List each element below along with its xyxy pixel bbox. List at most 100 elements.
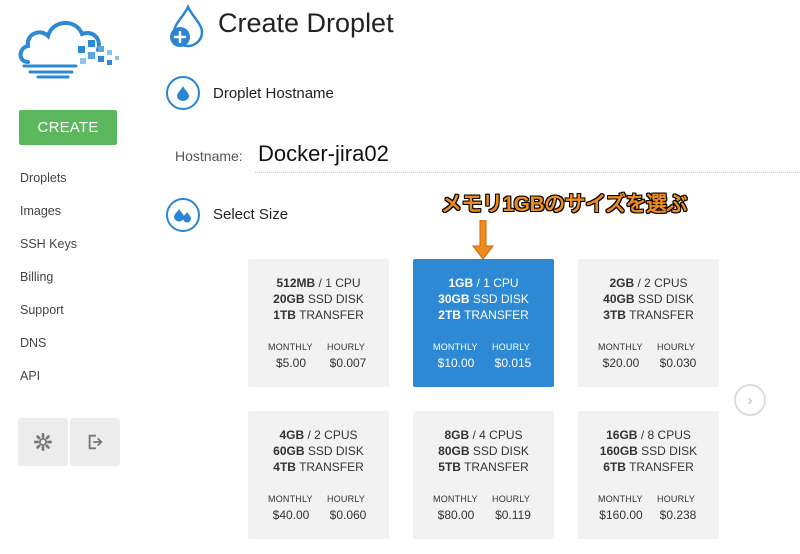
disk-spec: 80GB SSD DISK: [413, 443, 554, 459]
droplet-plus-icon: [170, 4, 204, 48]
hourly-price: $0.007: [329, 356, 367, 370]
monthly-label: MONTHLY: [433, 494, 478, 504]
memory-cpu-spec: 512MB / 1 CPU: [248, 275, 389, 291]
chevron-right-icon: ›: [747, 391, 753, 409]
hourly-label: HOURLY: [492, 342, 531, 352]
transfer-value: 4TB: [273, 460, 296, 474]
transfer-value: 5TB: [438, 460, 461, 474]
memory-value: 2GB: [609, 276, 635, 290]
disk-value: 40GB: [603, 292, 635, 306]
size-option-card[interactable]: 8GB / 4 CPUS 80GB SSD DISK 5TB TRANSFER MON…: [413, 411, 554, 539]
next-sizes-button[interactable]: ›: [734, 384, 766, 416]
hourly-label: HOURLY: [327, 342, 366, 352]
disk-suffix: SSD DISK: [472, 292, 529, 306]
disk-value: 20GB: [273, 292, 305, 306]
hostname-underline: [255, 172, 800, 173]
disk-spec: 160GB SSD DISK: [578, 443, 719, 459]
monthly-label: MONTHLY: [598, 494, 643, 504]
disk-value: 160GB: [599, 444, 638, 458]
disk-spec: 40GB SSD DISK: [578, 291, 719, 307]
size-option-card[interactable]: 512MB / 1 CPU 20GB SSD DISK 1TB TRANSFER MO…: [248, 259, 389, 387]
transfer-value: 6TB: [603, 460, 626, 474]
hourly-label: HOURLY: [657, 494, 696, 504]
transfer-value: 3TB: [603, 308, 626, 322]
sidebar-item-images[interactable]: Images: [20, 201, 77, 234]
transfer-suffix: TRANSFER: [299, 460, 364, 474]
hourly-label: HOURLY: [657, 342, 696, 352]
monthly-label: MONTHLY: [268, 494, 313, 504]
spec-separator: /: [307, 428, 311, 442]
size-section-title: Select Size: [213, 206, 289, 223]
size-section-icon: [166, 198, 200, 232]
monthly-price: $160.00: [599, 508, 643, 522]
settings-button[interactable]: [18, 418, 68, 466]
hourly-label: HOURLY: [492, 494, 531, 504]
cpu-value: 2 CPUS: [314, 428, 358, 442]
disk-suffix: SSD DISK: [307, 444, 364, 458]
size-option-card[interactable]: 16GB / 8 CPUS 160GB SSD DISK 6TB TRANSFER M…: [578, 411, 719, 539]
hourly-price: $0.030: [659, 356, 697, 370]
transfer-spec: 3TB TRANSFER: [578, 307, 719, 323]
sidebar-item-support[interactable]: Support: [20, 300, 77, 333]
sidebar-item-dns[interactable]: DNS: [20, 333, 77, 366]
memory-cpu-spec: 16GB / 8 CPUS: [578, 427, 719, 443]
disk-suffix: SSD DISK: [307, 292, 364, 306]
hourly-price: $0.060: [329, 508, 367, 522]
sidebar-item-api[interactable]: API: [20, 366, 77, 399]
sidebar-item-ssh-keys[interactable]: SSH Keys: [20, 234, 77, 267]
memory-value: 8GB: [444, 428, 470, 442]
spec-separator: /: [472, 428, 476, 442]
hourly-label: HOURLY: [327, 494, 366, 504]
transfer-suffix: TRANSFER: [464, 460, 529, 474]
memory-value: 4GB: [279, 428, 305, 442]
arrow-down-icon: [472, 220, 494, 260]
disk-spec: 30GB SSD DISK: [413, 291, 554, 307]
droplet-icon: [177, 85, 189, 101]
monthly-label: MONTHLY: [598, 342, 643, 352]
size-option-card[interactable]: 1GB / 1 CPU 30GB SSD DISK 2TB TRANSFER MONT…: [413, 259, 554, 387]
logout-button[interactable]: [70, 418, 120, 466]
annotation-text: メモリ1GBのサイズを選ぶ: [441, 193, 688, 216]
sidebar-nav: Droplets Images SSH Keys Billing Support…: [20, 168, 77, 399]
disk-value: 80GB: [438, 444, 470, 458]
transfer-spec: 5TB TRANSFER: [413, 459, 554, 475]
gear-icon: [34, 433, 52, 451]
transfer-spec: 4TB TRANSFER: [248, 459, 389, 475]
spec-separator: /: [318, 276, 322, 290]
transfer-suffix: TRANSFER: [464, 308, 529, 322]
memory-value: 16GB: [606, 428, 638, 442]
droplet-section-icon: [166, 76, 200, 110]
size-option-card[interactable]: 2GB / 2 CPUS 40GB SSD DISK 3TB TRANSFER MON…: [578, 259, 719, 387]
hourly-price: $0.015: [494, 356, 532, 370]
disk-value: 60GB: [273, 444, 305, 458]
monthly-label: MONTHLY: [268, 342, 313, 352]
create-button[interactable]: CREATE: [19, 110, 117, 145]
cpu-value: 1 CPU: [483, 276, 519, 290]
memory-cpu-spec: 4GB / 2 CPUS: [248, 427, 389, 443]
spec-separator: /: [476, 276, 480, 290]
sidebar-item-billing[interactable]: Billing: [20, 267, 77, 300]
disk-spec: 20GB SSD DISK: [248, 291, 389, 307]
disk-suffix: SSD DISK: [641, 444, 698, 458]
logo: [18, 21, 119, 79]
monthly-price: $10.00: [437, 356, 475, 370]
hostname-input[interactable]: Docker-jira02: [258, 141, 389, 167]
page-title: Create Droplet: [218, 8, 394, 38]
hostname-section-title: Droplet Hostname: [213, 85, 334, 102]
disk-spec: 60GB SSD DISK: [248, 443, 389, 459]
memory-value: 1GB: [448, 276, 474, 290]
droplets-icon: [174, 208, 191, 222]
monthly-price: $40.00: [272, 508, 310, 522]
size-option-card[interactable]: 4GB / 2 CPUS 60GB SSD DISK 4TB TRANSFER MON…: [248, 411, 389, 539]
transfer-value: 1TB: [273, 308, 296, 322]
hourly-price: $0.119: [495, 508, 531, 522]
cpu-value: 8 CPUS: [647, 428, 691, 442]
disk-suffix: SSD DISK: [472, 444, 529, 458]
cpu-value: 1 CPU: [325, 276, 361, 290]
hostname-label: Hostname:: [175, 148, 243, 164]
memory-value: 512MB: [276, 276, 316, 290]
sidebar-item-droplets[interactable]: Droplets: [20, 168, 77, 201]
transfer-spec: 2TB TRANSFER: [413, 307, 554, 323]
monthly-label: MONTHLY: [433, 342, 478, 352]
hourly-price: $0.238: [659, 508, 697, 522]
